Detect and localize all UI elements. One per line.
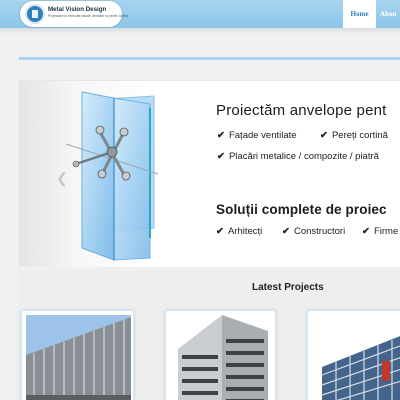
logo-icon <box>25 4 45 24</box>
audience-item: ✔ Firme <box>362 226 399 237</box>
top-navigation-bar: Metal Vision Design Proiectare si execut… <box>0 0 400 28</box>
nav-home-link[interactable]: Home <box>343 0 376 28</box>
feature-item: ✔ Fațade ventilate <box>217 130 297 141</box>
check-icon: ✔ <box>217 130 225 141</box>
slider-headline-2: Soluții complete de proiec <box>216 202 387 217</box>
check-icon: ✔ <box>362 226 370 237</box>
project-card-3[interactable] <box>307 310 400 400</box>
project-card-2[interactable] <box>165 310 276 400</box>
logo-title: Metal Vision Design <box>48 6 107 13</box>
nav-about-link[interactable]: Abou <box>378 0 400 28</box>
project-image-1 <box>26 315 131 400</box>
check-icon: ✔ <box>282 226 290 237</box>
feature-item: ✔ Placări metalice / compozite / piatră <box>217 151 379 162</box>
audience-item: ✔ Constructori <box>282 226 346 237</box>
project-card-1[interactable] <box>21 310 134 400</box>
feature-item: ✔ Pereți cortină <box>320 130 388 141</box>
check-icon: ✔ <box>320 130 328 141</box>
check-icon: ✔ <box>216 226 224 237</box>
project-image-3 <box>312 315 400 400</box>
header-shadow <box>0 28 400 34</box>
check-icon: ✔ <box>217 151 225 162</box>
slider-headline-1: Proiectăm anvelope pent <box>216 102 387 119</box>
project-image-2 <box>170 315 273 400</box>
audience-item: ✔ Arhitecți <box>216 226 263 237</box>
site-logo[interactable]: Metal Vision Design Proiectare si execut… <box>20 1 128 27</box>
latest-projects-title: Latest Projects <box>252 282 324 293</box>
glass-facade-illustration <box>65 91 159 261</box>
slider-prev-icon[interactable]: ❮ <box>56 171 68 185</box>
divider-rule <box>19 57 400 60</box>
logo-tagline: Proiectare si executie fatade ventilate … <box>48 14 129 18</box>
